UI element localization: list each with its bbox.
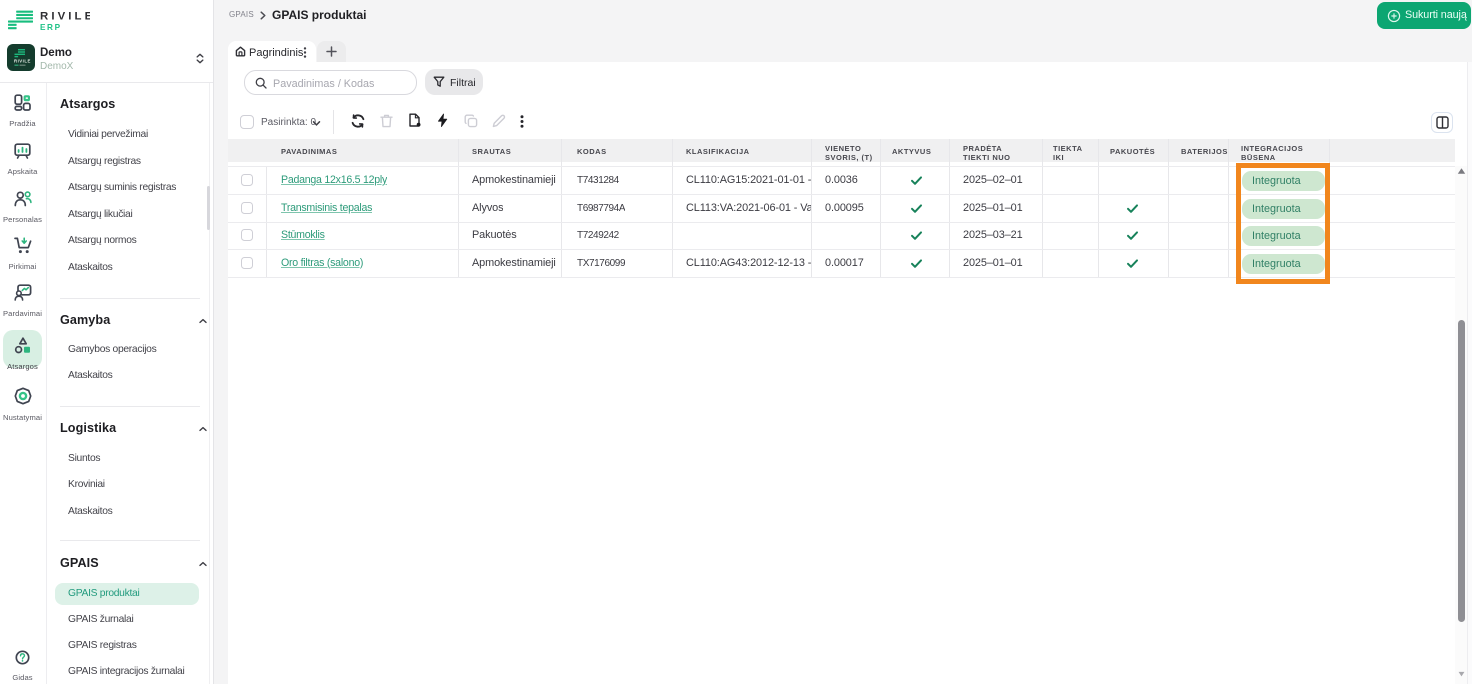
svg-text:RIVILE: RIVILE	[40, 11, 90, 23]
svg-text:RIVILE: RIVILE	[14, 59, 31, 64]
svg-text:ERP: ERP	[40, 23, 62, 31]
